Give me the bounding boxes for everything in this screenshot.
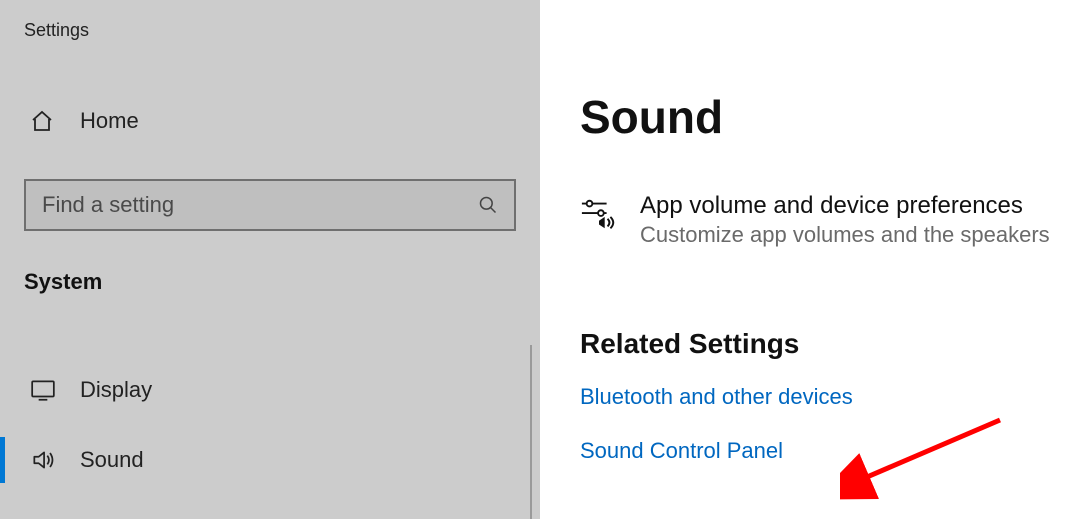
sidebar: Settings Home System Display xyxy=(0,0,540,519)
pref-subtitle: Customize app volumes and the speakers xyxy=(640,222,1050,248)
app-title: Settings xyxy=(0,20,540,41)
sound-icon xyxy=(30,447,56,473)
sidebar-category-heading: System xyxy=(0,269,540,295)
link-sound-control-panel[interactable]: Sound Control Panel xyxy=(580,438,1080,464)
sidebar-home[interactable]: Home xyxy=(0,101,540,141)
link-bluetooth-devices[interactable]: Bluetooth and other devices xyxy=(580,384,1080,410)
sidebar-home-label: Home xyxy=(80,108,139,134)
sliders-icon xyxy=(580,196,618,234)
search-input[interactable] xyxy=(42,192,478,218)
app-volume-preferences[interactable]: App volume and device preferences Custom… xyxy=(580,192,1080,248)
page-title: Sound xyxy=(580,90,1080,144)
sidebar-item-display[interactable]: Display xyxy=(0,355,540,425)
sidebar-divider xyxy=(530,345,532,519)
display-icon xyxy=(30,377,56,403)
search-icon xyxy=(478,195,498,215)
sidebar-item-label: Sound xyxy=(80,447,144,473)
pref-title: App volume and device preferences xyxy=(640,192,1050,220)
sidebar-item-sound[interactable]: Sound xyxy=(0,425,540,495)
sidebar-item-label: Display xyxy=(80,377,152,403)
home-icon xyxy=(30,109,54,133)
main-panel: Sound App volume and device preferences … xyxy=(540,0,1080,519)
search-box[interactable] xyxy=(24,179,516,231)
related-settings-heading: Related Settings xyxy=(580,328,1080,360)
